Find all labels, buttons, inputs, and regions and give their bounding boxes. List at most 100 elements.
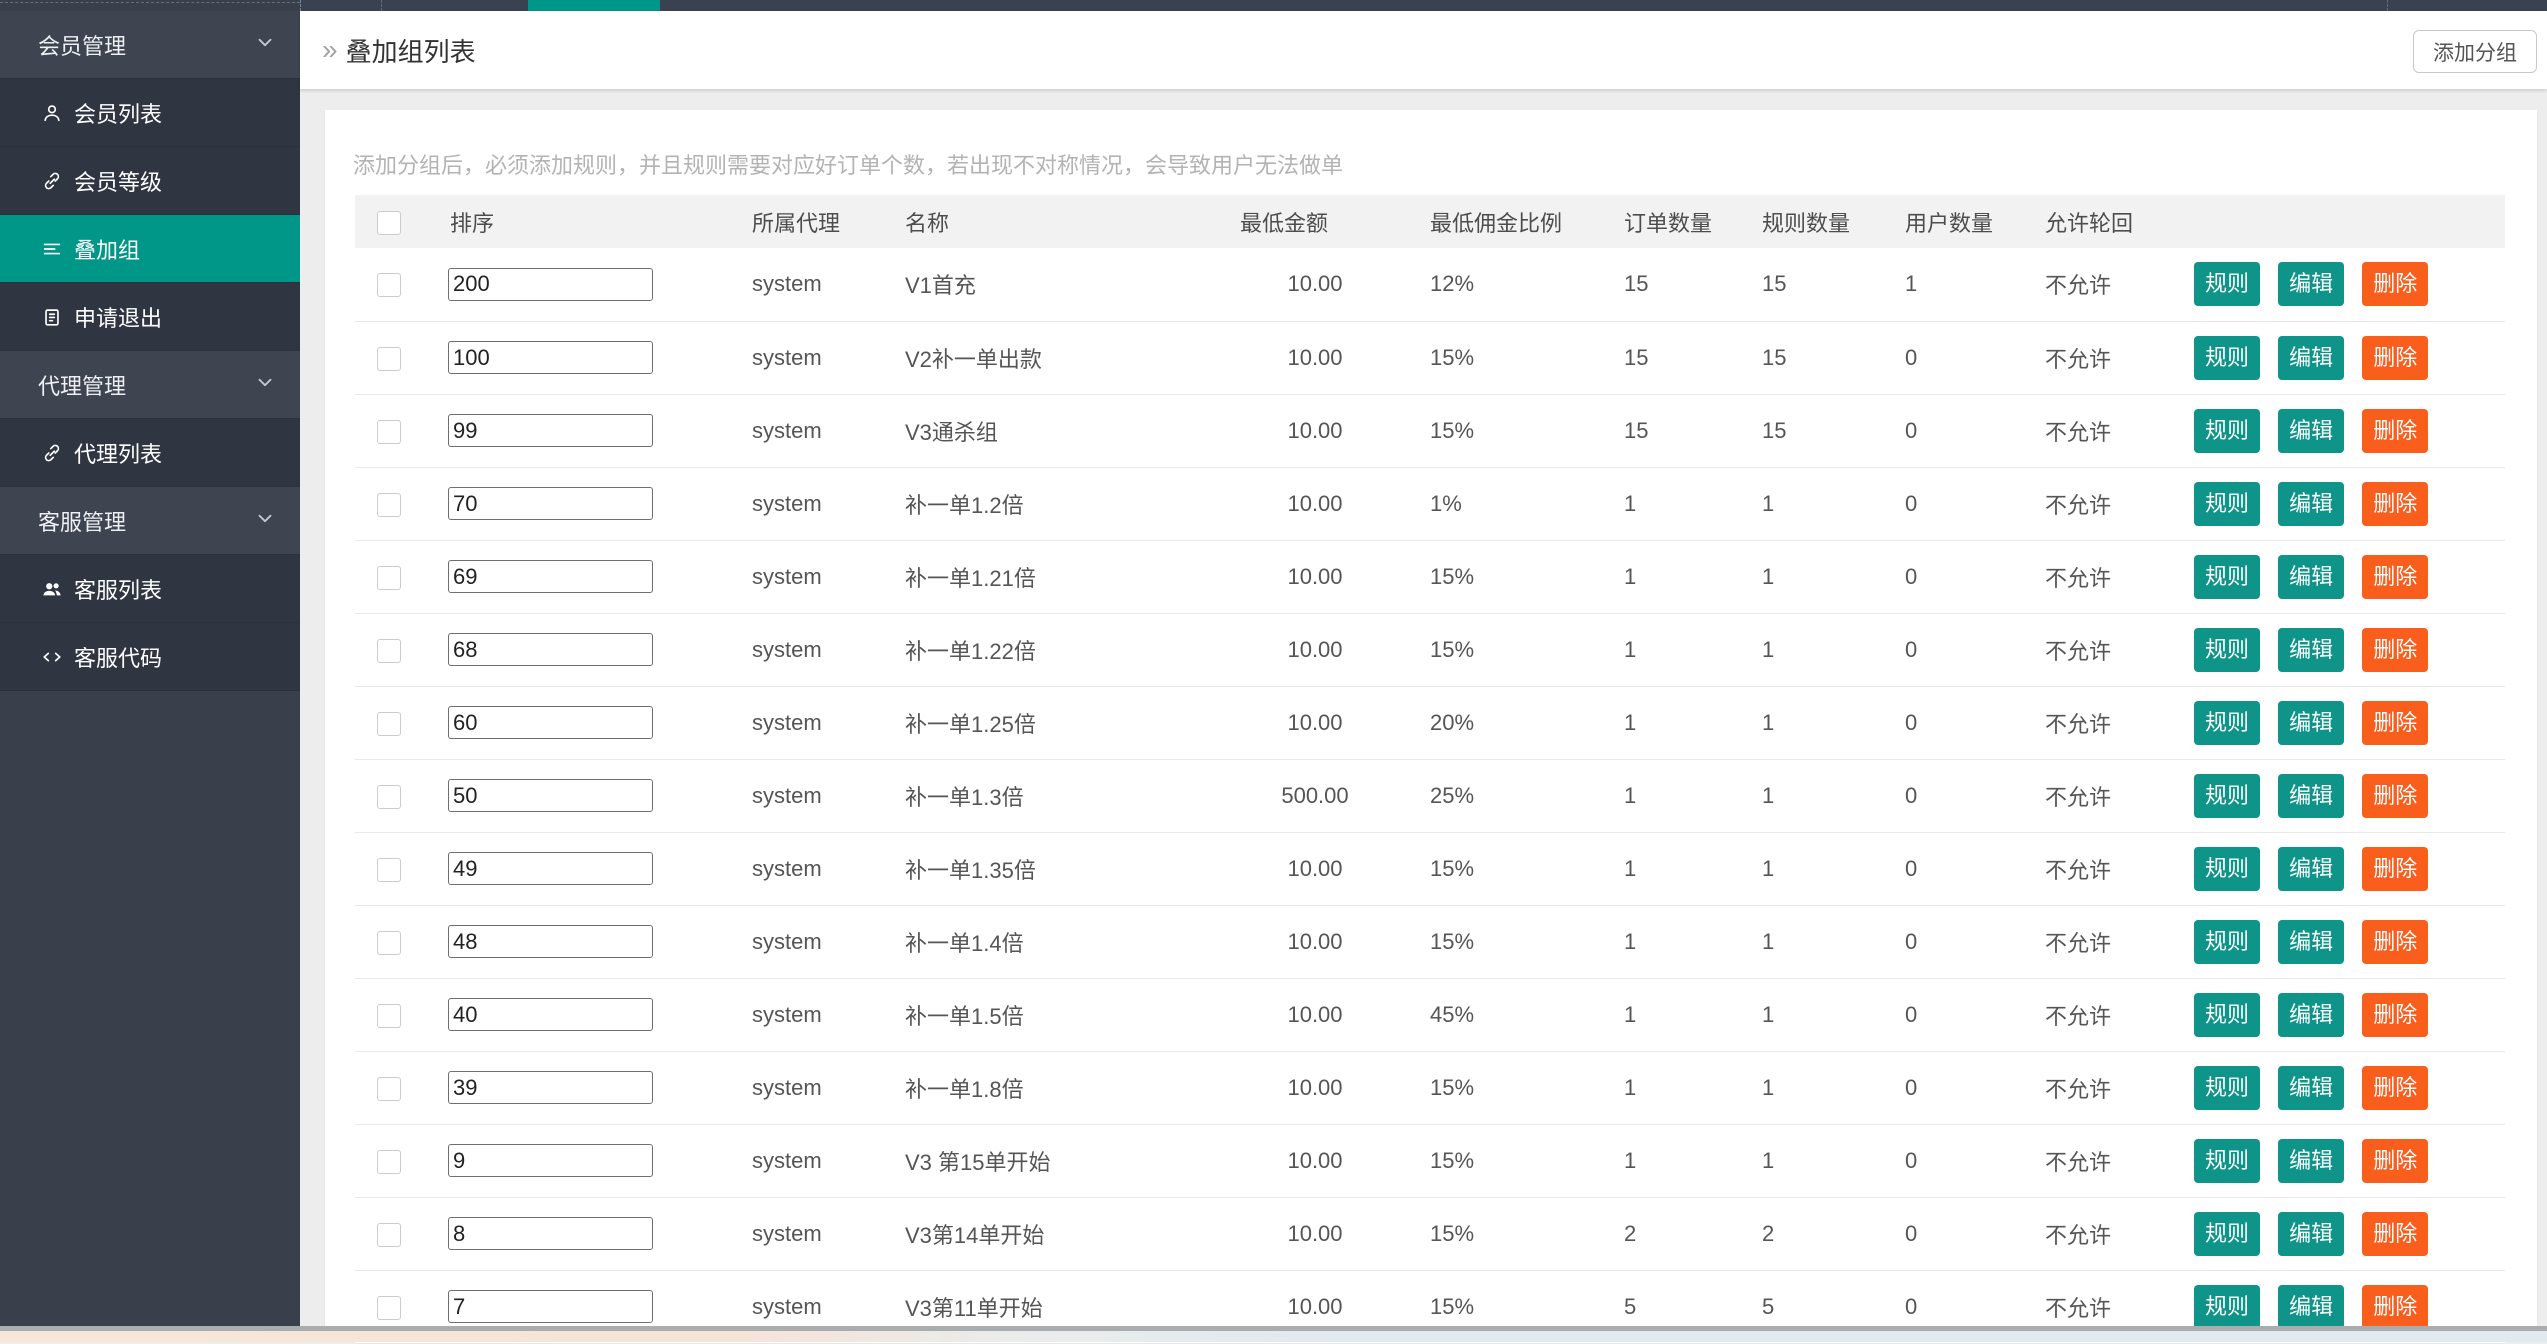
rules-button[interactable]: 规则 [2194,1065,2261,1110]
sidebar-item-service-management[interactable]: 客服管理 [0,487,300,555]
sidebar-item-member-level[interactable]: 会员等级 [0,147,300,215]
delete-button[interactable]: 删除 [2362,919,2429,964]
delete-button[interactable]: 删除 [2362,1065,2429,1110]
edit-button[interactable]: 编辑 [2278,408,2345,453]
sidebar-item-agent-list[interactable]: 代理列表 [0,419,300,487]
row-checkbox[interactable] [377,711,401,736]
rules-button[interactable]: 规则 [2194,919,2261,964]
rules-button[interactable]: 规则 [2194,335,2261,380]
commission-cell: 15% [1430,417,1475,443]
edit-button[interactable]: 编辑 [2278,846,2345,891]
delete-button[interactable]: 删除 [2362,992,2429,1037]
sort-input[interactable] [448,560,653,593]
rules-button[interactable]: 规则 [2194,773,2261,818]
sort-input[interactable] [448,414,653,447]
rules-button[interactable]: 规则 [2194,846,2261,891]
delete-button[interactable]: 删除 [2362,700,2429,745]
row-checkbox[interactable] [377,419,401,444]
cycle-cell: 不允许 [2045,1003,2112,1029]
orders-cell: 2 [1624,1220,1637,1246]
row-checkbox[interactable] [377,1222,401,1247]
agent-cell: system [752,928,822,954]
delete-button[interactable]: 删除 [2362,1284,2429,1329]
sort-input[interactable] [448,1217,653,1250]
sort-input[interactable] [448,633,653,666]
edit-button[interactable]: 编辑 [2278,262,2345,307]
cycle-cell: 不允许 [2045,273,2112,299]
rules-button[interactable]: 规则 [2194,700,2261,745]
sort-input[interactable] [448,341,653,374]
row-checkbox[interactable] [377,930,401,955]
row-checkbox[interactable] [377,638,401,663]
sort-input[interactable] [448,779,653,812]
select-all-checkbox[interactable] [377,210,401,235]
sort-input[interactable] [448,267,653,301]
sort-input[interactable] [448,925,653,958]
row-checkbox[interactable] [377,273,401,298]
sidebar-item-service-list[interactable]: 客服列表 [0,555,300,623]
edit-button[interactable]: 编辑 [2278,919,2345,964]
rules-cell: 15 [1762,417,1787,443]
edit-button[interactable]: 编辑 [2278,1284,2345,1329]
delete-button[interactable]: 删除 [2362,408,2429,453]
delete-button[interactable]: 删除 [2362,554,2429,599]
commission-cell: 45% [1430,1001,1475,1027]
edit-button[interactable]: 编辑 [2278,627,2345,672]
rules-button[interactable]: 规则 [2194,627,2261,672]
delete-button[interactable]: 删除 [2362,1138,2429,1183]
edit-button[interactable]: 编辑 [2278,773,2345,818]
row-checkbox[interactable] [377,565,401,590]
rules-button[interactable]: 规则 [2194,262,2261,307]
delete-button[interactable]: 删除 [2362,481,2429,526]
sidebar-item-member-list[interactable]: 会员列表 [0,79,300,147]
sort-input[interactable] [448,487,653,520]
sort-input[interactable] [448,1144,653,1177]
rules-button[interactable]: 规则 [2194,992,2261,1037]
edit-button[interactable]: 编辑 [2278,1211,2345,1256]
edit-button[interactable]: 编辑 [2278,1065,2345,1110]
edit-button[interactable]: 编辑 [2278,992,2345,1037]
delete-button[interactable]: 删除 [2362,262,2429,307]
sort-input[interactable] [448,1071,653,1104]
cycle-cell: 不允许 [2045,346,2112,372]
edit-button[interactable]: 编辑 [2278,481,2345,526]
delete-button[interactable]: 删除 [2362,627,2429,672]
sidebar-item-service-code[interactable]: 客服代码 [0,623,300,691]
delete-button[interactable]: 删除 [2362,773,2429,818]
row-checkbox[interactable] [377,1076,401,1101]
edit-button[interactable]: 编辑 [2278,335,2345,380]
row-checkbox[interactable] [377,1295,401,1320]
delete-button[interactable]: 删除 [2362,335,2429,380]
sort-input[interactable] [448,852,653,885]
edit-button[interactable]: 编辑 [2278,700,2345,745]
sidebar-item-overlay-group[interactable]: 叠加组 [0,215,300,283]
row-checkbox[interactable] [377,346,401,371]
row-checkbox[interactable] [377,492,401,517]
row-checkbox[interactable] [377,857,401,882]
sort-input[interactable] [448,998,653,1031]
sidebar-item-agent-management[interactable]: 代理管理 [0,351,300,419]
sort-input[interactable] [448,1290,653,1323]
row-checkbox[interactable] [377,1003,401,1028]
edit-button[interactable]: 编辑 [2278,554,2345,599]
rules-button[interactable]: 规则 [2194,1284,2261,1329]
rules-button[interactable]: 规则 [2194,1138,2261,1183]
row-checkbox[interactable] [377,1149,401,1174]
rules-button[interactable]: 规则 [2194,554,2261,599]
add-group-button[interactable]: 添加分组 [2413,30,2537,73]
sidebar-item-apply-exit[interactable]: 申请退出 [0,283,300,351]
sidebar-menu: 会员管理 会员列表 会员等级 叠加组 申请退出 代理管理 代理列表 客服管理 客… [0,11,300,691]
cycle-cell: 不允许 [2045,784,2112,810]
rules-button[interactable]: 规则 [2194,1211,2261,1256]
sort-input[interactable] [448,706,653,739]
edit-button[interactable]: 编辑 [2278,1138,2345,1183]
delete-button[interactable]: 删除 [2362,846,2429,891]
delete-button[interactable]: 删除 [2362,1211,2429,1256]
rules-button[interactable]: 规则 [2194,408,2261,453]
rules-cell: 1 [1762,1001,1775,1027]
user-icon [40,101,64,125]
row-checkbox[interactable] [377,784,401,809]
rules-button[interactable]: 规则 [2194,481,2261,526]
sidebar-item-member-management[interactable]: 会员管理 [0,11,300,79]
table-row: system 补一单1.4倍 10.00 15% 1 1 0 不允许 规则 编辑… [355,905,2505,978]
